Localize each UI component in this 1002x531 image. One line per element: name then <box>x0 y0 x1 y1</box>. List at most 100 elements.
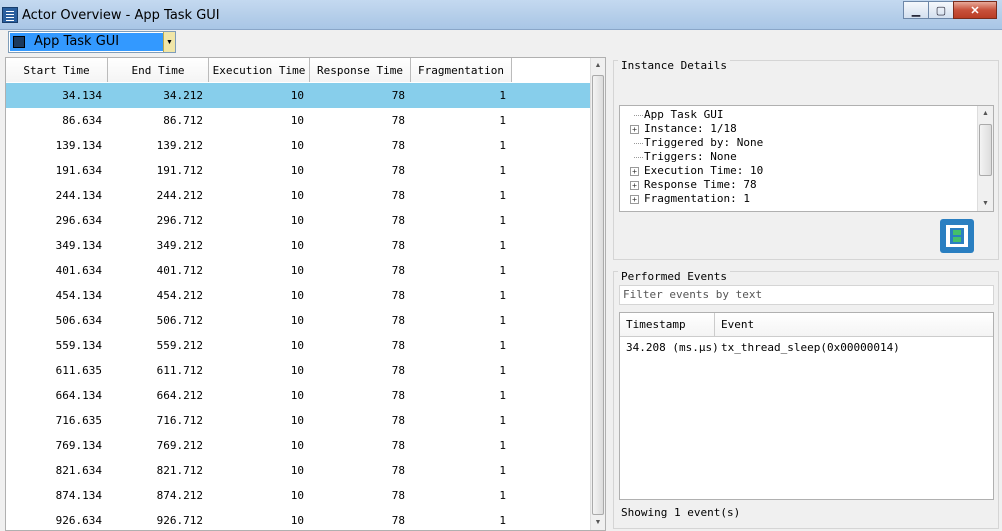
table-cell: 78 <box>391 489 405 502</box>
table-cell: 34.134 <box>62 89 102 102</box>
plus-expander-icon[interactable]: + <box>630 181 639 190</box>
scroll-thumb[interactable] <box>592 75 604 515</box>
table-cell: 86.634 <box>62 114 102 127</box>
event-row[interactable]: 34.208 (ms.µs) tx_thread_sleep(0x00000014… <box>620 337 993 357</box>
tree-item-label: Execution Time: 10 <box>644 164 764 177</box>
tree-item[interactable]: + Instance: 1/18 <box>620 122 993 136</box>
table-cell: 454.212 <box>156 289 203 302</box>
table-cell: 78 <box>391 339 405 352</box>
table-row[interactable]: 716.635 716.712 10 78 1 <box>6 408 591 433</box>
table-cell: 10 <box>290 264 304 277</box>
tree-item[interactable]: App Task GUI <box>620 108 993 122</box>
column-header-event[interactable]: Event <box>715 313 993 336</box>
list-window-icon[interactable] <box>2 7 18 23</box>
table-cell: 821.634 <box>55 464 102 477</box>
table-cell: 78 <box>391 414 405 427</box>
table-cell: 611.635 <box>55 364 102 377</box>
tree-item-label: App Task GUI <box>644 108 724 121</box>
table-cell: 716.712 <box>156 414 203 427</box>
table-cell: 1 <box>499 164 506 177</box>
close-button[interactable]: ✕ <box>953 1 997 19</box>
table-cell: 10 <box>290 214 304 227</box>
events-table: Timestamp Event 34.208 (ms.µs) tx_thread_… <box>619 312 994 500</box>
table-row[interactable]: 296.634 296.712 10 78 1 <box>6 208 591 233</box>
tree-item[interactable]: Triggers: None <box>620 150 993 164</box>
table-row[interactable]: 191.634 191.712 10 78 1 <box>6 158 591 183</box>
table-cell: 926.712 <box>156 514 203 527</box>
table-cell: 78 <box>391 314 405 327</box>
plus-expander-icon[interactable]: + <box>630 125 639 134</box>
scroll-down-icon[interactable]: ▼ <box>978 196 993 211</box>
filter-events-input[interactable]: Filter events by text <box>619 285 994 305</box>
column-header-execution-time[interactable]: Execution Time <box>209 58 310 82</box>
table-row[interactable]: 769.134 769.212 10 78 1 <box>6 433 591 458</box>
table-row[interactable]: 611.635 611.712 10 78 1 <box>6 358 591 383</box>
table-cell: 78 <box>391 139 405 152</box>
table-cell: 1 <box>499 514 506 527</box>
tree-connector-line <box>634 157 643 158</box>
table-cell: 874.134 <box>55 489 102 502</box>
table-row[interactable]: 34.134 34.212 10 78 1 <box>6 83 591 108</box>
table-cell: 1 <box>499 339 506 352</box>
table-row[interactable]: 401.634 401.712 10 78 1 <box>6 258 591 283</box>
table-cell: 244.134 <box>55 189 102 202</box>
table-row[interactable]: 454.134 454.212 10 78 1 <box>6 283 591 308</box>
table-cell: 10 <box>290 139 304 152</box>
column-header-end-time[interactable]: End Time <box>108 58 209 82</box>
events-count-status: Showing 1 event(s) <box>621 506 741 519</box>
table-cell: 78 <box>391 189 405 202</box>
table-cell: 10 <box>290 89 304 102</box>
scroll-down-icon[interactable]: ▼ <box>591 515 605 530</box>
dropdown-arrow-icon[interactable]: ▼ <box>163 32 175 52</box>
actor-select-value-box: App Task GUI <box>10 33 164 51</box>
table-cell: 78 <box>391 239 405 252</box>
table-cell: 506.634 <box>55 314 102 327</box>
table-row[interactable]: 559.134 559.212 10 78 1 <box>6 333 591 358</box>
scroll-up-icon[interactable]: ▲ <box>591 58 605 73</box>
table-cell: 10 <box>290 314 304 327</box>
table-row[interactable]: 821.634 821.712 10 78 1 <box>6 458 591 483</box>
tree-item-label: Response Time: 78 <box>644 178 757 191</box>
table-row[interactable]: 244.134 244.212 10 78 1 <box>6 183 591 208</box>
table-cell: 1 <box>499 364 506 377</box>
table-row[interactable]: 506.634 506.712 10 78 1 <box>6 308 591 333</box>
table-cell: 1 <box>499 239 506 252</box>
table-cell: 821.712 <box>156 464 203 477</box>
events-table-header: Timestamp Event <box>620 313 993 337</box>
instances-scrollbar[interactable]: ▲ ▼ <box>590 58 605 530</box>
tree-item[interactable]: + Fragmentation: 1 <box>620 192 993 206</box>
tree-item[interactable]: Triggered by: None <box>620 136 993 150</box>
table-row[interactable]: 139.134 139.212 10 78 1 <box>6 133 591 158</box>
column-header-timestamp[interactable]: Timestamp <box>620 313 715 336</box>
window-controls: ▁ ▢ ✕ <box>903 1 997 19</box>
instances-table-header: Start Time End Time Execution Time Respo… <box>6 58 512 82</box>
tree-item-label: Fragmentation: 1 <box>644 192 750 205</box>
table-row[interactable]: 349.134 349.212 10 78 1 <box>6 233 591 258</box>
tree-scroll-thumb[interactable] <box>979 124 992 176</box>
table-row[interactable]: 86.634 86.712 10 78 1 <box>6 108 591 133</box>
table-row[interactable]: 874.134 874.212 10 78 1 <box>6 483 591 508</box>
column-header-response-time[interactable]: Response Time <box>310 58 411 82</box>
tree-item[interactable]: + Execution Time: 10 <box>620 164 993 178</box>
column-header-fragmentation[interactable]: Fragmentation <box>411 58 512 82</box>
tree-item[interactable]: + Response Time: 78 <box>620 178 993 192</box>
plus-expander-icon[interactable]: + <box>630 167 639 176</box>
minimize-button[interactable]: ▁ <box>903 1 929 19</box>
actor-select[interactable]: App Task GUI ▼ <box>8 31 176 53</box>
table-row[interactable]: 926.634 926.712 10 78 1 <box>6 508 591 530</box>
table-cell: 1 <box>499 464 506 477</box>
maximize-button[interactable]: ▢ <box>928 1 954 19</box>
table-cell: 10 <box>290 239 304 252</box>
table-cell: 10 <box>290 489 304 502</box>
table-cell: 1 <box>499 314 506 327</box>
table-cell: 401.712 <box>156 264 203 277</box>
table-cell: 296.634 <box>55 214 102 227</box>
table-cell: 78 <box>391 514 405 527</box>
events-table-body: 34.208 (ms.µs) tx_thread_sleep(0x00000014… <box>620 337 993 357</box>
column-header-start-time[interactable]: Start Time <box>6 58 108 82</box>
tree-scrollbar[interactable]: ▲ ▼ <box>977 106 993 211</box>
scroll-up-icon[interactable]: ▲ <box>978 106 993 121</box>
plus-expander-icon[interactable]: + <box>630 195 639 204</box>
instances-table: Start Time End Time Execution Time Respo… <box>5 57 606 531</box>
table-row[interactable]: 664.134 664.212 10 78 1 <box>6 383 591 408</box>
